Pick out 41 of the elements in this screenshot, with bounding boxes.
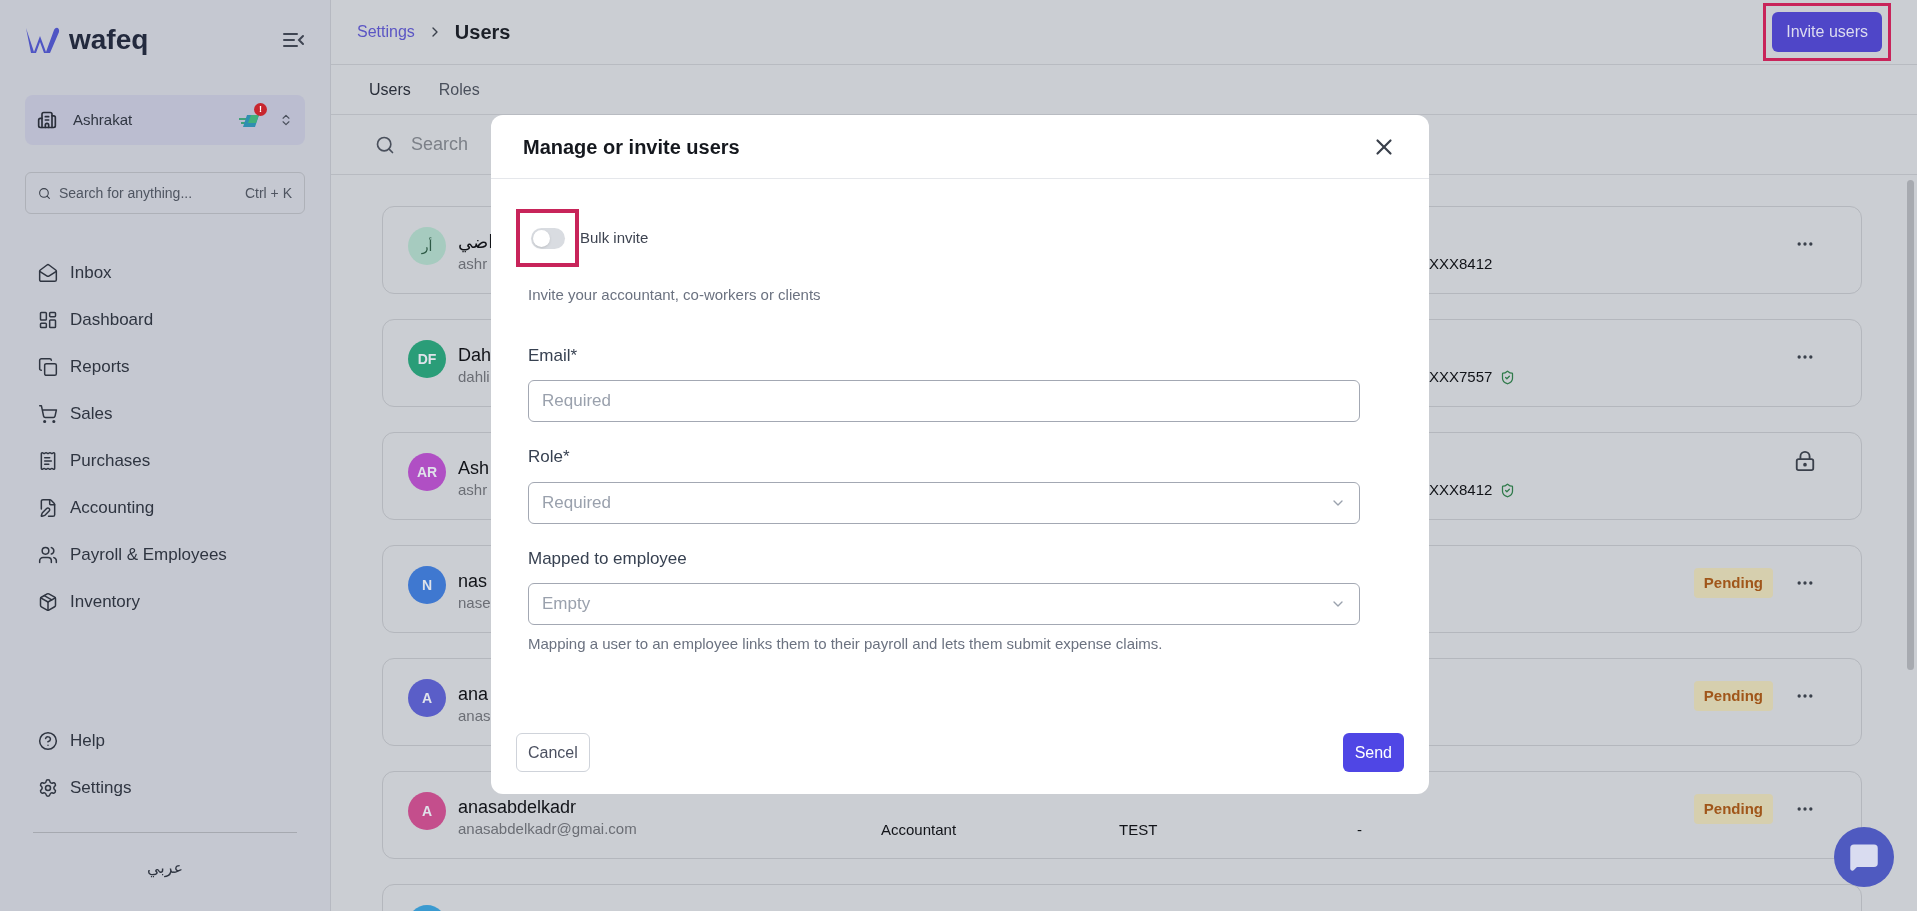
toggle-label: Bulk invite: [580, 227, 649, 248]
user-name: Ash: [458, 457, 490, 479]
field-label: Email*: [528, 344, 579, 367]
alert-badge: !: [254, 103, 267, 116]
phone-value: -: [1357, 821, 1362, 838]
status-badge: Pending: [1693, 794, 1773, 824]
user-email: anasabdelkadr@gmai.com: [458, 819, 637, 839]
user-name: Dah: [458, 344, 492, 366]
avatar-initials: AR: [416, 462, 438, 482]
field-label: Mapped to employee: [528, 547, 688, 570]
user-email: ashr: [458, 480, 489, 500]
shortcut-hint: Ctrl + K: [244, 183, 292, 203]
avatar-initials: DF: [417, 349, 437, 369]
avatar-initials: A: [421, 688, 433, 708]
user-name: anasabdelkadr: [458, 796, 578, 818]
select-placeholder: Empty: [542, 593, 591, 616]
status-badge: Pending: [1693, 568, 1773, 598]
dialog-title: Manage or invite users: [523, 134, 740, 160]
status-badge: Pending: [1693, 681, 1773, 711]
role-value: Accountant: [881, 821, 957, 838]
logo-text: wafeq: [69, 23, 149, 57]
dialog-description: Invite your accountant, co-workers or clients: [528, 285, 822, 305]
user-email: nase: [458, 593, 491, 613]
user-email: ashr: [458, 254, 489, 274]
helper-text: Mapping a user to an employee links them to their payroll and lets them submit expense claims.: [528, 634, 1164, 654]
field-label: Role*: [528, 446, 571, 468]
user-email: dahli: [458, 367, 491, 387]
user-name: ana: [458, 683, 490, 705]
phone-value: XXX8412: [1429, 254, 1493, 274]
page-title: Users: [454, 20, 512, 45]
user-name: nas: [458, 570, 489, 592]
phone-value: XXX7557: [1429, 367, 1493, 387]
select-placeholder: Required: [542, 491, 611, 514]
avatar-initials: أر: [421, 236, 433, 257]
employee-value: TEST: [1119, 821, 1158, 838]
phone-value: XXX8412: [1429, 480, 1493, 500]
organization-name: Ashrakat: [73, 109, 134, 130]
avatar-initials: N: [421, 575, 433, 595]
avatar-initials: A: [421, 801, 433, 821]
user-email: anas: [458, 706, 491, 726]
search-placeholder: Search for anything...: [59, 183, 194, 203]
